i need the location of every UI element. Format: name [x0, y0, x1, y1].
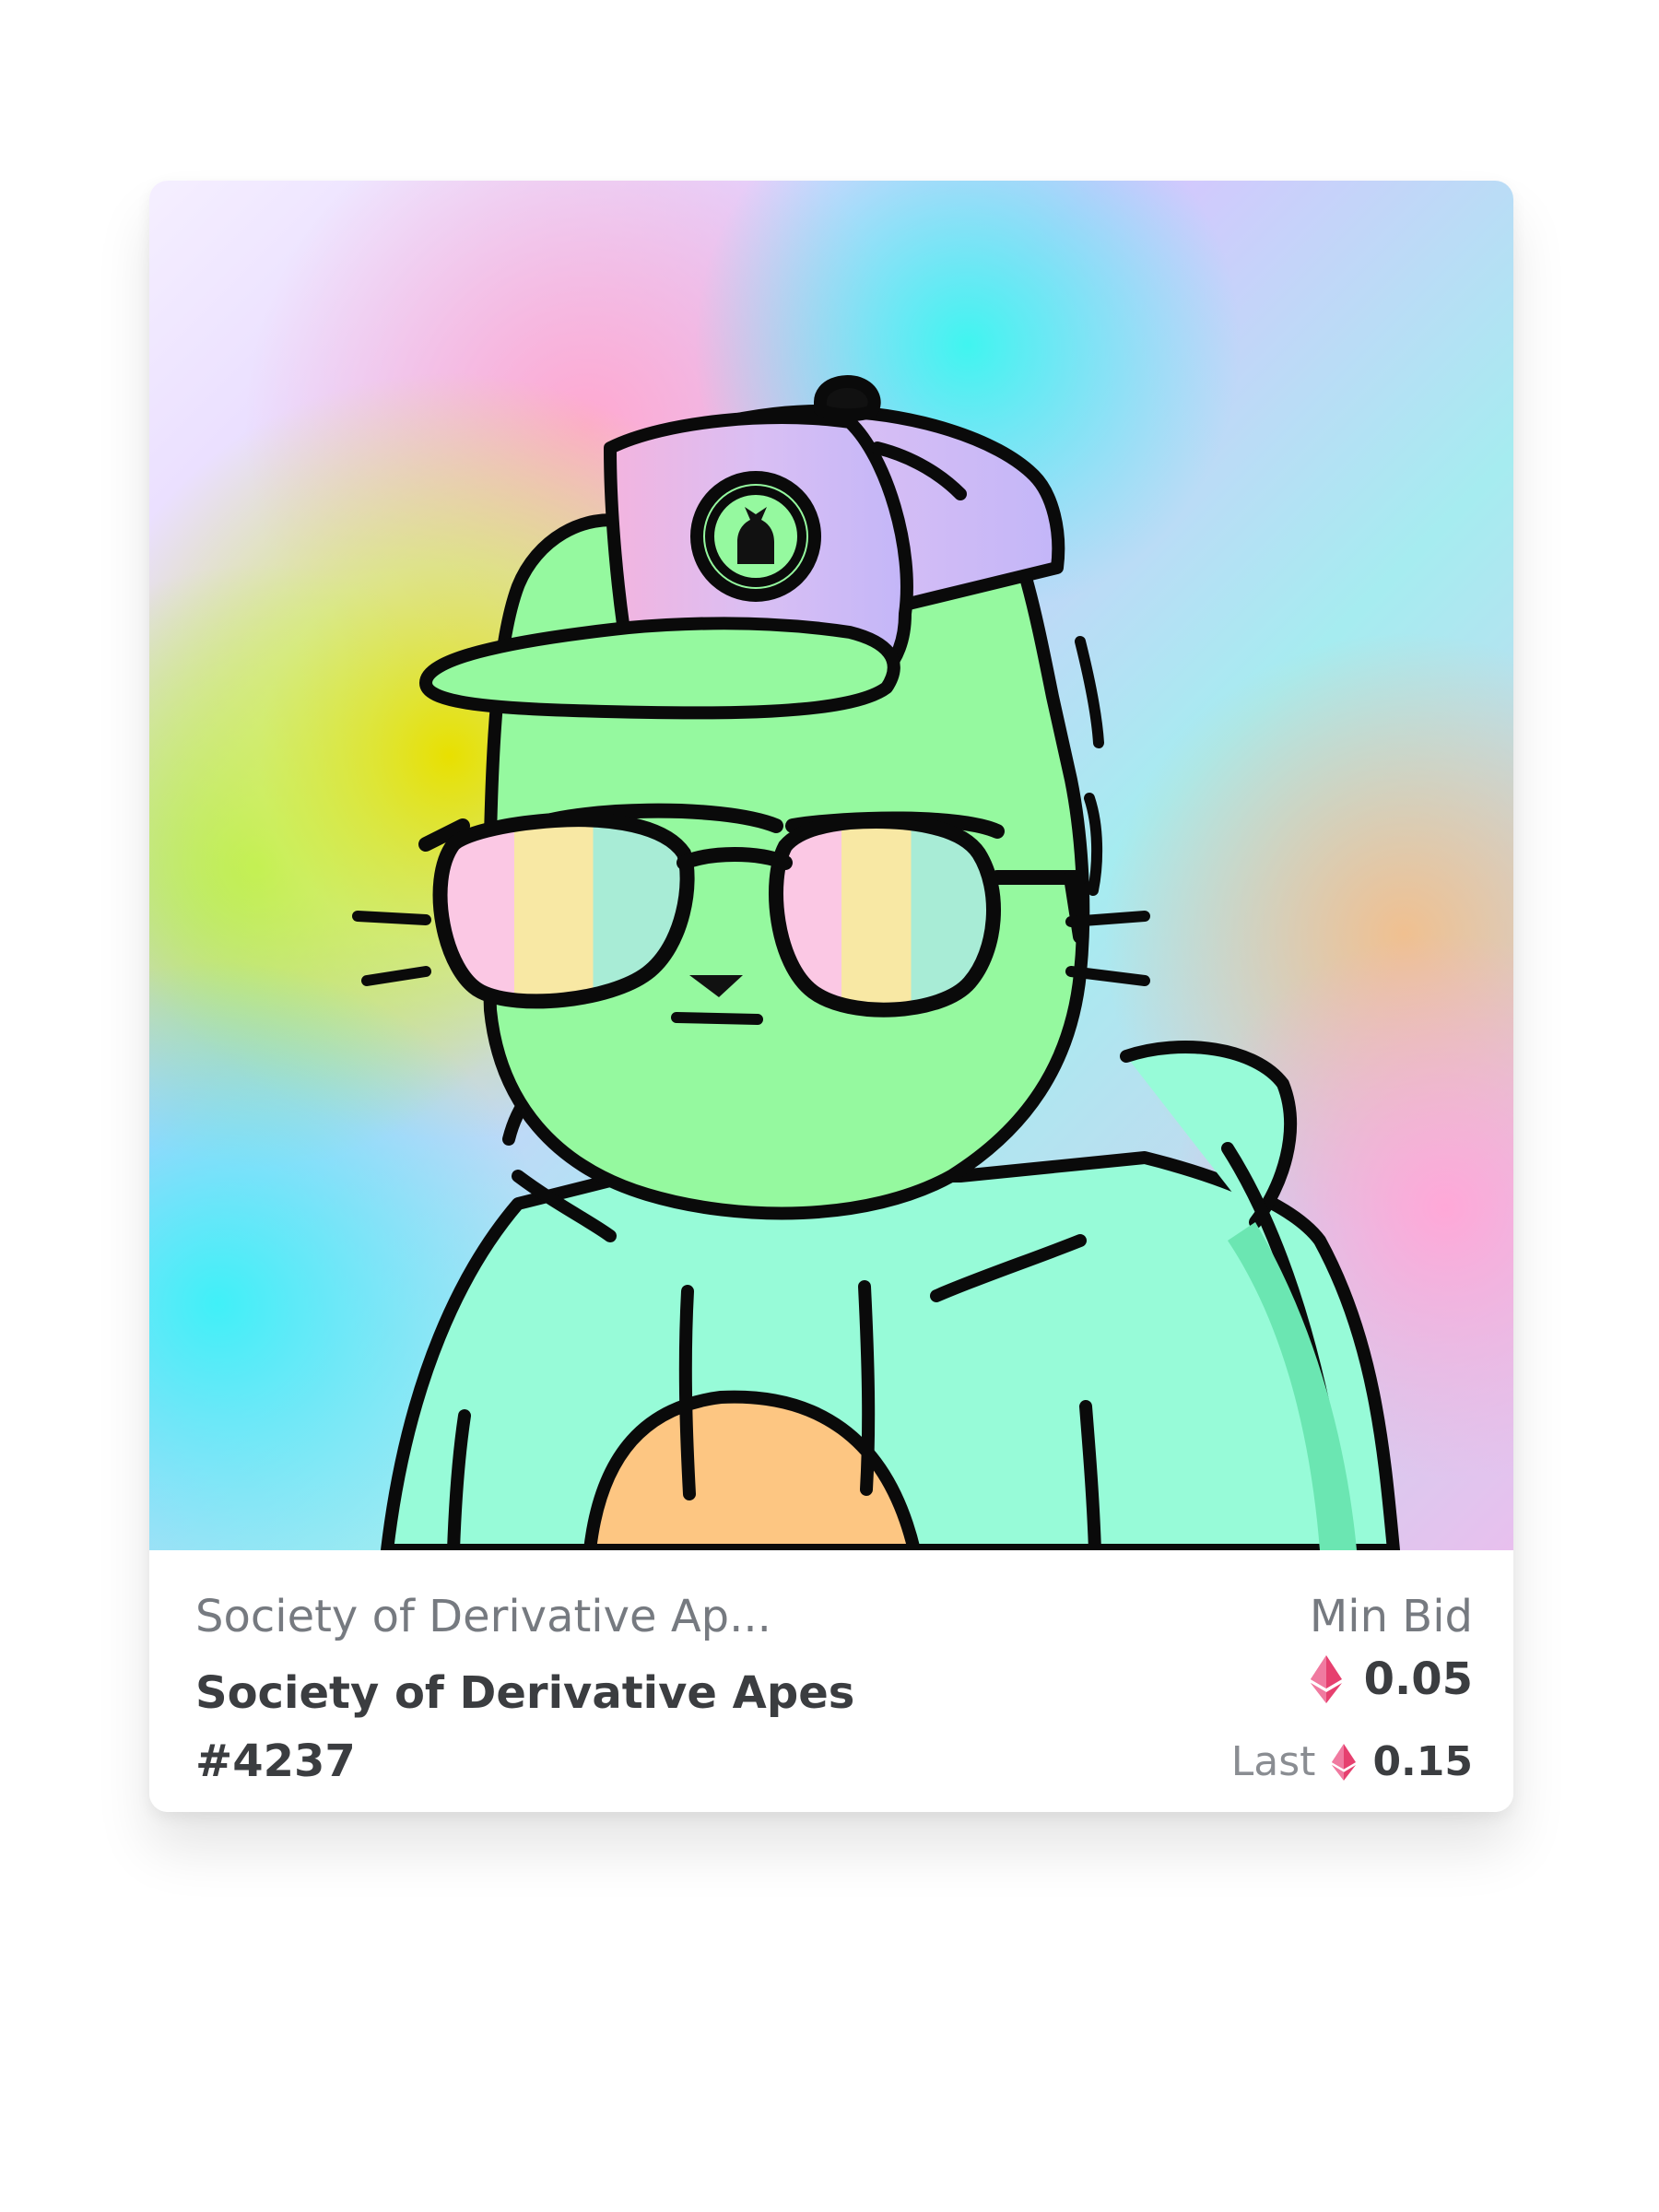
min-bid-value: 0.05	[1363, 1653, 1473, 1705]
nft-artwork[interactable]	[149, 181, 1513, 1550]
nft-name[interactable]: Society of Derivative Apes #4237	[195, 1659, 896, 1795]
collection-name[interactable]: Society of Derivative Ap...	[195, 1591, 771, 1642]
ethereum-icon	[1310, 1655, 1342, 1703]
min-bid-label: Min Bid	[1309, 1591, 1473, 1642]
last-price-label: Last	[1230, 1738, 1316, 1785]
ethereum-icon	[1332, 1743, 1357, 1781]
min-bid-price: 0.05	[1310, 1653, 1473, 1705]
nft-image	[149, 181, 1513, 1550]
card-info: Society of Derivative Ap... Society of D…	[149, 1550, 1513, 1812]
nft-card[interactable]: Society of Derivative Ap... Society of D…	[149, 181, 1513, 1812]
last-price: Last 0.15	[1231, 1738, 1473, 1785]
last-price-value: 0.15	[1372, 1738, 1473, 1785]
